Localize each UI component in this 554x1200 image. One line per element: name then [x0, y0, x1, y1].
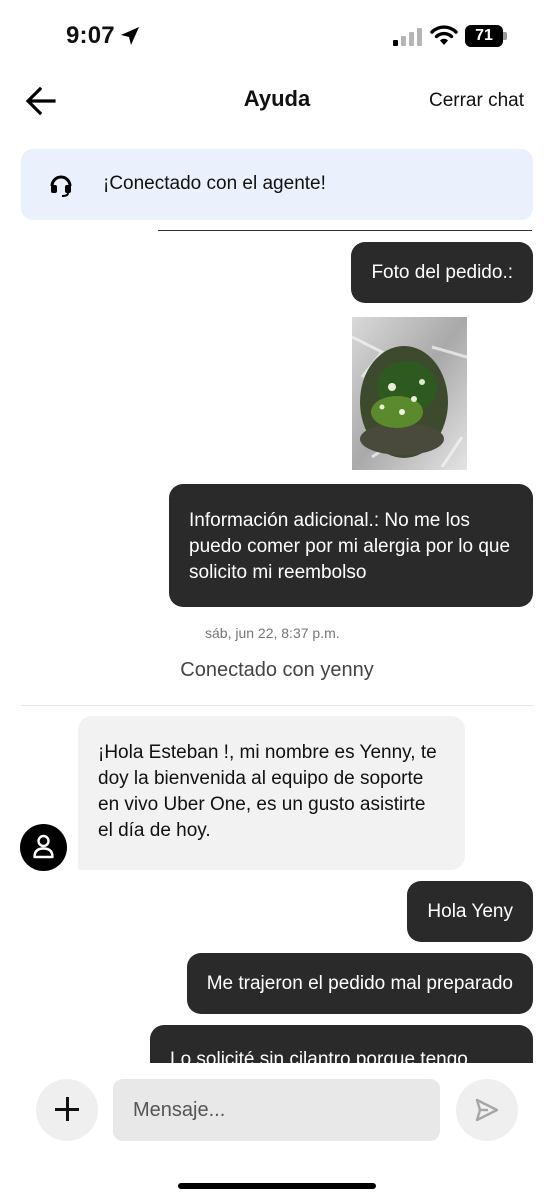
status-time: 9:07	[66, 22, 115, 49]
message-timestamp: sáb, jun 22, 8:37 p.m.	[205, 625, 340, 641]
order-photo[interactable]	[352, 317, 467, 470]
message-composer	[0, 1063, 554, 1200]
wifi-icon	[430, 25, 458, 45]
message-bubble-outgoing: Foto del pedido.:	[351, 242, 533, 303]
battery-icon: 71	[465, 25, 507, 47]
chat-header: Ayuda Cerrar chat	[0, 76, 554, 126]
message-bubble-outgoing: Lo solicité sin cilantro porque tengo	[150, 1025, 533, 1063]
message-bubble-incoming: ¡Hola Esteban !, mi nombre es Yenny, te …	[78, 716, 465, 870]
agent-connected-banner: ¡Conectado con el agente!	[21, 149, 533, 220]
attach-button[interactable]	[36, 1079, 98, 1141]
cellular-signal-icon	[393, 28, 422, 46]
divider	[21, 705, 533, 706]
chat-messages: Foto del pedido.: Información adicional.…	[0, 231, 554, 1063]
headset-icon	[50, 175, 72, 197]
agent-avatar	[20, 824, 67, 871]
message-bubble-outgoing: Hola Yeny	[407, 881, 533, 942]
location-arrow-icon	[121, 27, 139, 45]
home-indicator	[178, 1183, 376, 1189]
send-button[interactable]	[456, 1079, 518, 1141]
send-icon	[475, 1098, 499, 1122]
person-icon	[33, 834, 54, 859]
status-bar: 9:07 71	[0, 0, 554, 72]
battery-level: 71	[465, 25, 503, 47]
message-bubble-outgoing: Me trajeron el pedido mal preparado	[186, 953, 533, 1014]
agent-connected-label: Conectado con yenny	[180, 659, 374, 681]
close-chat-button[interactable]: Cerrar chat	[429, 90, 524, 112]
message-input[interactable]	[113, 1079, 440, 1141]
message-bubble-outgoing: Información adicional.: No me los puedo …	[169, 484, 533, 607]
banner-text: ¡Conectado con el agente!	[103, 173, 326, 194]
